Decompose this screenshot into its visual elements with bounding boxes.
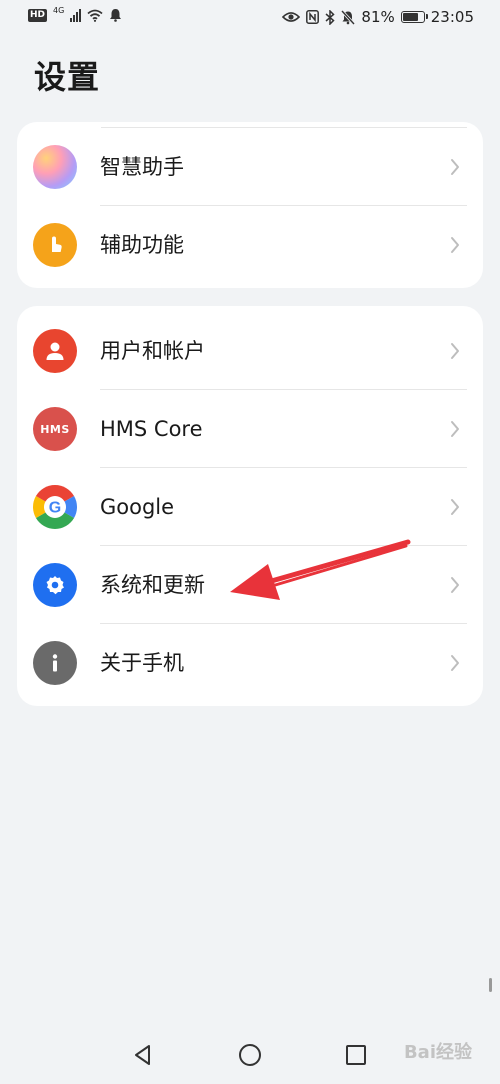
settings-item-label: Google [100,495,175,519]
page-title: 设置 [34,58,101,96]
settings-item-label: 智慧助手 [100,155,184,179]
settings-item-smart-assistant[interactable]: 智慧助手 [17,128,483,206]
chevron-right-icon [451,159,459,175]
settings-group-1: 智慧助手 辅助功能 [17,122,483,288]
wifi-icon [87,9,103,22]
google-icon: G [33,485,77,529]
cellular-signal-icon [70,8,82,22]
eye-icon [282,12,301,22]
settings-item-users-accounts[interactable]: 用户和帐户 [17,312,483,390]
back-icon[interactable] [130,1042,156,1068]
settings-item-hms-core[interactable]: HMS HMS Core [17,390,483,468]
home-icon[interactable] [237,1042,263,1068]
bluetooth-icon [325,9,336,25]
recent-apps-icon[interactable] [343,1042,369,1068]
red-arrow-annotation [230,539,411,600]
chevron-right-icon [451,655,459,671]
scrollbar[interactable] [489,978,492,992]
mute-bell-icon [341,9,356,25]
battery-percent: 81% [361,8,395,26]
settings-item-label: 用户和帐户 [100,339,205,363]
settings-item-label: 关于手机 [100,651,184,675]
watermark: Bai经验 [403,1042,472,1063]
signal-type-label: 4G [53,5,65,15]
user-icon [33,329,77,373]
chevron-right-icon [451,499,459,515]
nfc-icon [306,10,320,24]
settings-group-2: 用户和帐户 HMS HMS Core G Google 系统和更新 关于手机 [17,306,483,706]
clock: 23:05 [430,8,474,26]
accessibility-icon [33,223,77,267]
hms-icon: HMS [33,407,77,451]
battery-icon [400,11,428,23]
hd-icon: HD [28,8,48,22]
battery-level [402,13,419,21]
settings-item-label: 辅助功能 [100,233,184,257]
chevron-right-icon [451,577,459,593]
settings-item-label: 系统和更新 [100,573,205,597]
settings-item-accessibility[interactable]: 辅助功能 [17,206,483,284]
gear-icon [33,563,77,607]
notification-bell-icon [110,9,122,22]
assistant-icon [33,145,77,189]
svg-text:G: G [49,500,61,517]
chevron-right-icon [451,421,459,437]
info-icon [33,641,77,685]
chevron-right-icon [451,237,459,253]
chevron-right-icon [451,343,459,359]
settings-item-label: HMS Core [100,417,203,441]
settings-item-about-phone[interactable]: 关于手机 [17,624,483,702]
status-bar: HD 4G 81% 23:05 [0,0,500,34]
